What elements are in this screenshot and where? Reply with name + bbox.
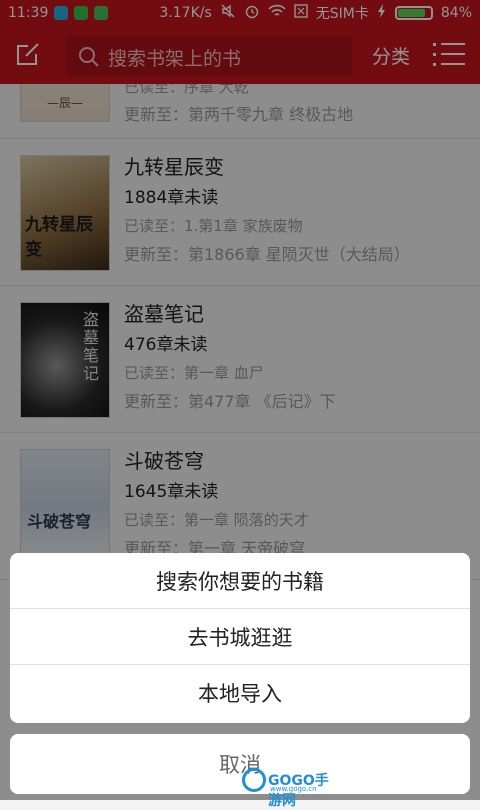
cancel-button[interactable]: 取消	[10, 734, 470, 794]
action-sheet: 搜索你想要的书籍 去书城逛逛 本地导入	[10, 553, 470, 723]
local-import-option[interactable]: 本地导入	[10, 665, 470, 721]
watermark-circle-icon	[242, 768, 266, 792]
watermark-logo: GOGO手游网 www.gogo.cn	[242, 766, 342, 809]
search-books-option[interactable]: 搜索你想要的书籍	[10, 553, 470, 609]
watermark-url: www.gogo.cn	[270, 785, 317, 793]
visit-bookstore-option[interactable]: 去书城逛逛	[10, 609, 470, 665]
